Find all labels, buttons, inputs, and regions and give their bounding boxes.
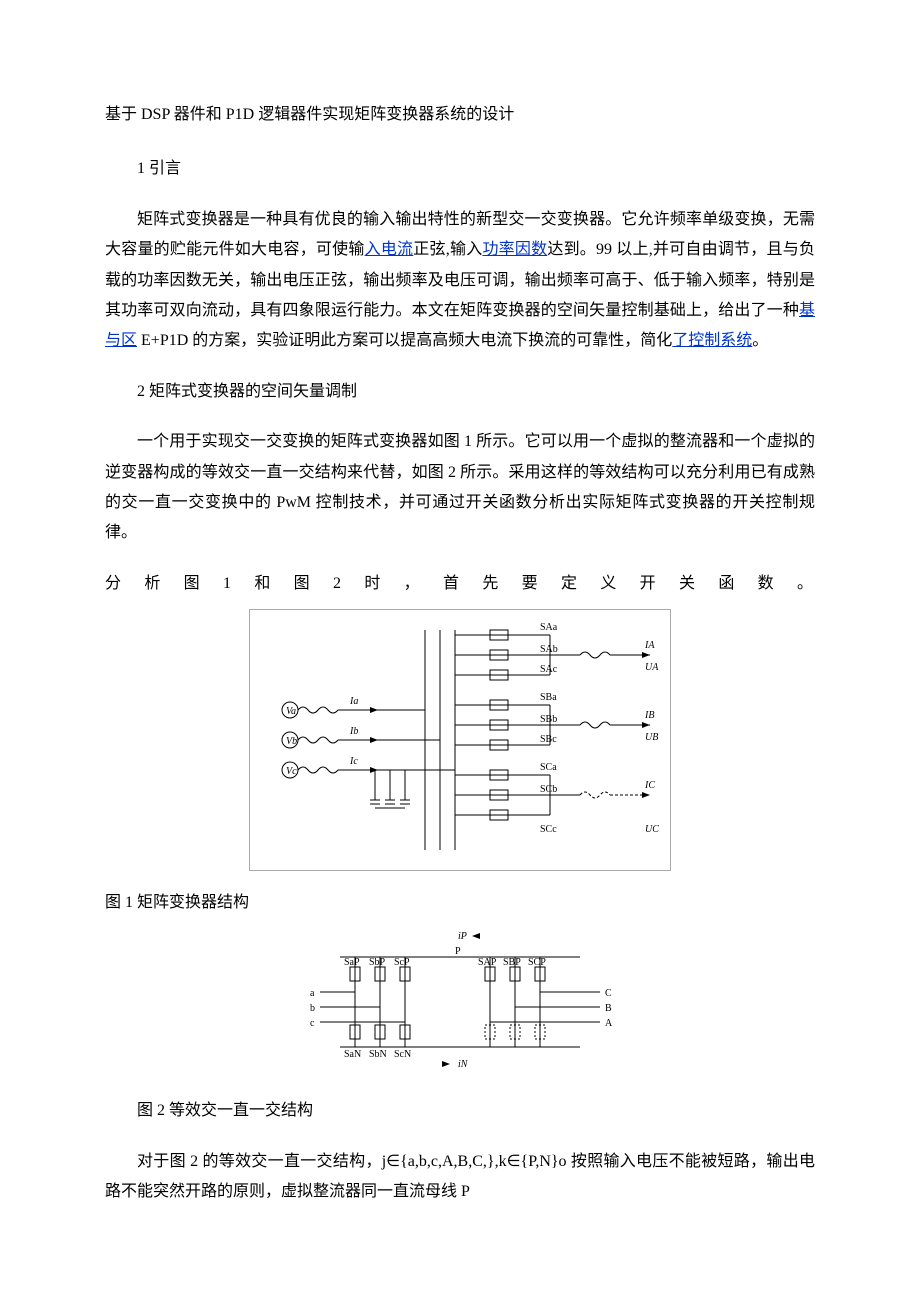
svg-text:IB: IB xyxy=(644,710,654,721)
svg-text:c: c xyxy=(310,1018,315,1029)
svg-text:IA: IA xyxy=(644,640,655,651)
paragraph-3: 对于图 2 的等效交一直一交结构，j∈{a,b,c,A,B,C,},k∈{P,N… xyxy=(105,1147,815,1208)
svg-text:A: A xyxy=(605,1018,613,1029)
section-1-heading: 1 引言 xyxy=(105,154,815,184)
link-control-system[interactable]: 了控制系统 xyxy=(672,332,752,349)
figure-2-svg: iP P SaP SbP ScP SaN SbN ScN xyxy=(300,927,620,1077)
svg-text:UB: UB xyxy=(645,732,658,743)
svg-text:SaN: SaN xyxy=(344,1049,361,1060)
svg-text:SBa: SBa xyxy=(540,692,557,703)
para1-text-e: 。 xyxy=(752,332,768,349)
svg-text:Ia: Ia xyxy=(349,696,358,707)
svg-text:iP: iP xyxy=(458,931,467,942)
output-phase-B: SBa SBb SBc IB UB xyxy=(455,692,658,750)
section-2-heading: 2 矩阵式变换器的空间矢量调制 xyxy=(105,377,815,407)
figure-1: Va Ia Vb Ib Vc Ic xyxy=(105,609,815,882)
para1-text-b: 正弦,输入 xyxy=(413,241,482,258)
svg-text:SbN: SbN xyxy=(369,1049,387,1060)
svg-text:SbP: SbP xyxy=(369,957,386,968)
link-power-factor[interactable]: 功率因数 xyxy=(482,241,547,258)
svg-text:a: a xyxy=(310,988,315,999)
input-filter-caps xyxy=(370,770,410,808)
figure-2-caption: 图 2 等效交一直一交结构 xyxy=(105,1096,815,1126)
figure-1-svg: Va Ia Vb Ib Vc Ic xyxy=(249,609,671,871)
svg-text:SAc: SAc xyxy=(540,664,558,675)
svg-text:UC: UC xyxy=(645,824,659,835)
svg-text:b: b xyxy=(310,1003,315,1014)
figure-2: iP P SaP SbP ScP SaN SbN ScN xyxy=(105,927,815,1088)
svg-text:UA: UA xyxy=(645,662,659,673)
svg-text:iN: iN xyxy=(458,1059,469,1070)
figure-1-caption: 图 1 矩阵变换器结构 xyxy=(105,888,815,918)
svg-text:Vb: Vb xyxy=(286,736,297,747)
paragraph-2: 一个用于实现交一交变换的矩阵式变换器如图 1 所示。它可以用一个虚拟的整流器和一… xyxy=(105,427,815,549)
input-phase-a: Va Ia xyxy=(282,696,410,718)
svg-text:Va: Va xyxy=(286,706,296,717)
svg-text:SBP: SBP xyxy=(503,957,521,968)
document-title: 基于 DSP 器件和 P1D 逻辑器件实现矩阵变换器系统的设计 xyxy=(105,100,815,130)
output-phase-A: SAa SAb SAc IA UA xyxy=(455,622,659,680)
svg-text:SAa: SAa xyxy=(540,622,558,633)
svg-text:SCP: SCP xyxy=(528,957,546,968)
right-inverter: SAP SBP SCP xyxy=(478,957,546,1047)
svg-text:SCa: SCa xyxy=(540,762,557,773)
svg-text:ScP: ScP xyxy=(394,957,410,968)
input-phase-c: Vc Ic xyxy=(282,756,410,778)
svg-text:SAP: SAP xyxy=(478,957,497,968)
svg-text:Ic: Ic xyxy=(349,756,358,767)
svg-text:SCc: SCc xyxy=(540,824,557,835)
svg-text:SCb: SCb xyxy=(540,784,557,795)
svg-text:SaP: SaP xyxy=(344,957,360,968)
svg-text:SBb: SBb xyxy=(540,714,557,725)
link-input-current[interactable]: 入电流 xyxy=(365,241,414,258)
spread-definition-line: 分析图1和图2时，首先要定义开关函数。 xyxy=(105,569,815,599)
svg-text:Vc: Vc xyxy=(286,766,297,777)
svg-text:SAb: SAb xyxy=(540,644,558,655)
svg-text:P: P xyxy=(455,946,461,957)
input-phase-b: Vb Ib xyxy=(282,726,410,748)
svg-text:IC: IC xyxy=(644,780,655,791)
svg-text:SBc: SBc xyxy=(540,734,557,745)
paragraph-1: 矩阵式变换器是一种具有优良的输入输出特性的新型交一交变换器。它允许频率单级变换，… xyxy=(105,205,815,357)
left-rectifier: SaP SbP ScP SaN SbN ScN xyxy=(344,957,411,1060)
svg-text:C: C xyxy=(605,988,612,999)
para1-text-d: E+P1D 的方案，实验证明此方案可以提高高频大电流下换流的可靠性，简化 xyxy=(137,332,672,349)
output-phase-C: SCa SCb SCc IC UC xyxy=(455,762,659,835)
svg-text:Ib: Ib xyxy=(349,726,358,737)
svg-text:B: B xyxy=(605,1003,612,1014)
svg-text:ScN: ScN xyxy=(394,1049,411,1060)
